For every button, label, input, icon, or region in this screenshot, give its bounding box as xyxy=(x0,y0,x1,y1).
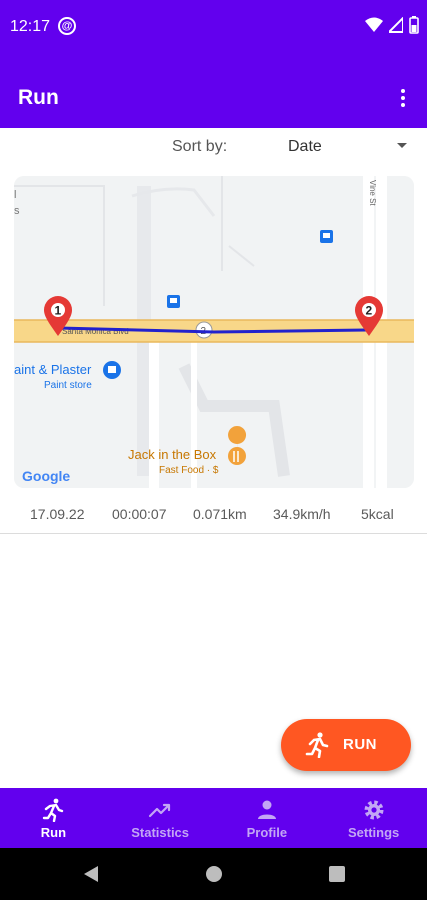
bus-stop-icon xyxy=(167,295,180,308)
run-distance: 0.071km xyxy=(193,506,247,522)
chevron-down-icon xyxy=(397,143,407,148)
nav-label-settings: Settings xyxy=(347,825,400,840)
sort-selected-value: Date xyxy=(288,138,322,155)
wifi-icon xyxy=(365,17,383,32)
map-edge-text-2: s xyxy=(14,205,20,217)
trending-up-icon xyxy=(149,803,171,818)
cell-signal-icon xyxy=(389,17,403,33)
run-button[interactable]: RUN xyxy=(281,719,411,771)
run-stats-row: 17.09.22 00:00:07 0.071km 34.9km/h 5kcal xyxy=(0,506,427,526)
status-icons xyxy=(365,16,419,34)
place-name-jack: Jack in the Box xyxy=(128,447,217,462)
bottom-navigation: Run Statistics Profile Settings xyxy=(0,788,427,848)
run-calories: 5kcal xyxy=(361,506,394,522)
sort-label: Sort by: xyxy=(172,138,228,155)
run-speed: 34.9km/h xyxy=(273,506,331,522)
nav-item-settings[interactable]: Settings xyxy=(320,788,427,848)
top-app-bar: 12:17 @ Run xyxy=(0,0,427,128)
start-marker-label: 1 xyxy=(55,304,62,318)
nav-label-profile: Profile xyxy=(246,825,288,840)
street-label-vine: Vine St xyxy=(368,180,377,206)
nav-item-run[interactable]: Run xyxy=(0,788,107,848)
route-map: Vine St Santa Monica Blvd 2 aint & Plast… xyxy=(14,176,414,488)
status-bar: 12:17 @ xyxy=(0,0,427,56)
back-icon[interactable] xyxy=(80,863,102,885)
bus-stop-icon xyxy=(320,230,333,243)
sort-dropdown[interactable]: Date xyxy=(270,130,415,164)
gear-icon xyxy=(364,800,384,820)
page-title: Run xyxy=(18,86,59,109)
app-root: 12:17 @ Run Sort by: Date Vine St Santa … xyxy=(0,0,427,900)
system-navigation-bar xyxy=(0,848,427,900)
directions-run-icon xyxy=(305,732,329,758)
place-category-jack: Fast Food · $ xyxy=(159,465,219,476)
run-button-label: RUN xyxy=(343,736,377,753)
directions-run-icon xyxy=(43,798,64,822)
nav-item-profile[interactable]: Profile xyxy=(214,788,321,848)
battery-icon xyxy=(409,16,419,34)
run-list-item[interactable]: Vine St Santa Monica Blvd 2 aint & Plast… xyxy=(0,176,427,534)
run-date: 17.09.22 xyxy=(30,506,85,522)
status-time: 12:17 xyxy=(10,18,51,35)
person-icon xyxy=(257,800,276,819)
overflow-menu-icon[interactable] xyxy=(391,86,415,110)
nav-item-statistics[interactable]: Statistics xyxy=(107,788,214,848)
recents-icon[interactable] xyxy=(326,863,348,885)
map-attribution: Google xyxy=(22,468,70,484)
run-duration: 00:00:07 xyxy=(112,506,167,522)
home-icon[interactable] xyxy=(203,863,225,885)
end-marker-label: 2 xyxy=(366,304,373,318)
nav-label-statistics: Statistics xyxy=(131,825,190,840)
nav-label-run: Run xyxy=(40,825,67,840)
map-edge-text-1: l xyxy=(14,189,16,201)
place-name-paint: aint & Plaster xyxy=(14,362,92,377)
paint-store-pin-icon xyxy=(103,361,121,379)
place-category-paint: Paint store xyxy=(44,380,92,391)
at-notification-icon: @ xyxy=(58,17,76,35)
